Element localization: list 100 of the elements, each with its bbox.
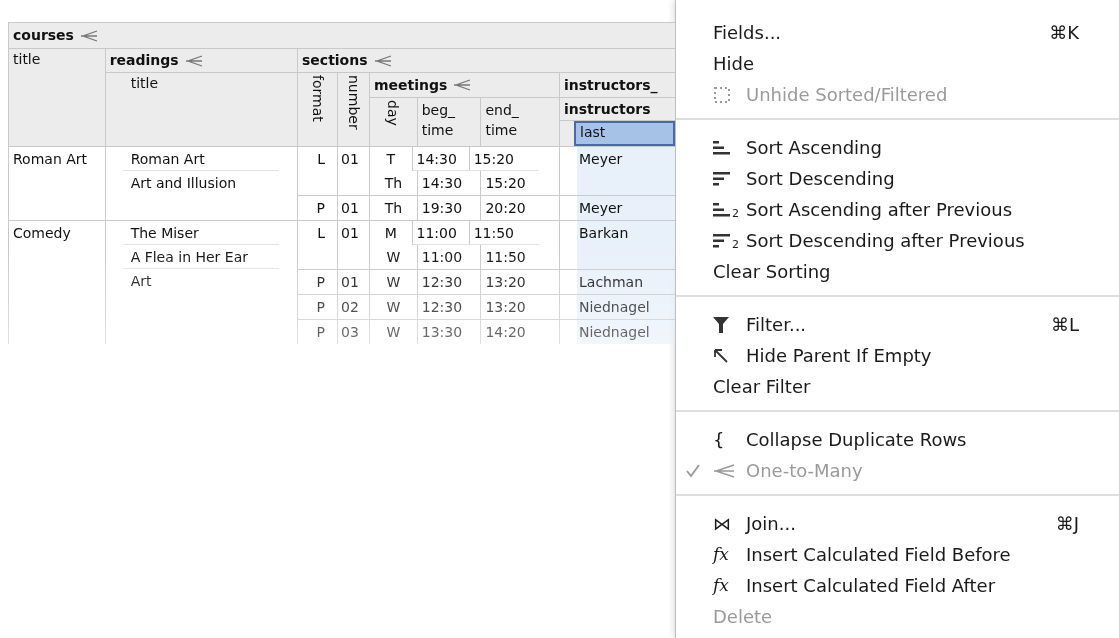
menu-item-label: Delete (713, 605, 773, 629)
table-cell: L (317, 225, 325, 241)
table-cell: L (317, 151, 325, 167)
menu-item[interactable]: Sort Descending (676, 163, 1119, 194)
group-header[interactable]: instructors (564, 98, 651, 120)
table-cell: 11:50 (473, 225, 514, 241)
menu-item[interactable]: Sort Ascending (676, 132, 1119, 163)
menu-item-label: Sort Descending after Previous (746, 229, 1025, 253)
table-cell: 13:30 (421, 324, 463, 340)
one-to-many-icon (79, 29, 98, 42)
menu-item[interactable]: Filter... ⌘L (676, 309, 1119, 340)
formula-icon: fx (713, 546, 729, 563)
group-header[interactable]: readings (109, 50, 179, 71)
table-cell: P (316, 324, 325, 340)
table-cell: Roman Art (130, 151, 205, 167)
table-cell: 03 (341, 324, 359, 340)
menu-item-label: Insert Calculated Field Before (746, 543, 1011, 567)
table-cell: W (386, 249, 401, 265)
table-cell: 01 (341, 151, 359, 167)
menu-item[interactable]: ⋈ Join... ⌘J (676, 508, 1119, 539)
dashed-square-icon (713, 85, 731, 104)
column-header[interactable]: number (346, 75, 361, 146)
shortcut-label: ⌘L (1050, 313, 1079, 337)
table-cell: Meyer (579, 151, 623, 167)
table-cell: Art (130, 273, 152, 289)
table-cell: Th (384, 200, 403, 216)
menu-item-label: Filter... (746, 313, 807, 337)
one-to-many-icon (713, 463, 735, 478)
menu-item[interactable]: fx Insert Calculated Field Before (676, 539, 1119, 570)
menu-item-label: Hide (713, 52, 755, 76)
glyph-icon: { (713, 430, 725, 449)
table-cell: 11:00 (416, 225, 457, 241)
table-cell: 12:30 (421, 299, 463, 315)
table-cell: P (316, 299, 325, 315)
one-to-many-icon (373, 54, 392, 67)
menu-item-label: Sort Descending (746, 167, 895, 191)
table-cell: The Miser (130, 225, 199, 241)
group-header[interactable]: sections (302, 50, 368, 71)
table-cell: T (386, 151, 396, 167)
formula-icon: fx (713, 577, 729, 594)
column-header[interactable]: end_ time (485, 100, 526, 140)
check-icon (686, 463, 700, 478)
menu-item[interactable]: 2 Sort Descending after Previous (676, 225, 1119, 256)
group-header[interactable]: instructors_ (564, 74, 658, 96)
table-cell: 01 (341, 225, 359, 241)
column-header[interactable]: format (310, 75, 325, 146)
table-cell: 11:50 (485, 249, 526, 265)
glyph-icon: ⋈ (713, 514, 731, 533)
sort-descending-icon (713, 232, 731, 249)
one-to-many-icon (453, 79, 472, 91)
table-cell: P (316, 274, 325, 290)
column-header[interactable]: title (130, 75, 159, 91)
menu-item[interactable]: fx Insert Calculated Field After (676, 570, 1119, 601)
column-header[interactable]: day (386, 100, 401, 146)
arrow-up-left-icon (713, 347, 729, 364)
menu-item-label: One-to-Many (746, 459, 863, 483)
filter-icon (713, 315, 729, 334)
column-header[interactable]: last (574, 121, 675, 146)
menu-item[interactable]: Fields... ⌘K (676, 17, 1119, 48)
table-cell: 14:30 (421, 175, 463, 191)
subscript-label: 2 (732, 206, 739, 223)
menu-item[interactable]: { Collapse Duplicate Rows (676, 424, 1119, 455)
menu-item-label: Fields... (713, 21, 782, 45)
table-cell: 15:20 (473, 151, 514, 167)
menu-item-label: Clear Filter (713, 375, 811, 399)
table-cell: 19:30 (421, 200, 463, 216)
menu-item-label: Insert Calculated Field After (746, 574, 996, 598)
column-header[interactable]: beg_ time (421, 100, 462, 140)
menu-item-label: Join... (746, 512, 796, 536)
table-cell: W (386, 299, 401, 315)
table-cell: 13:20 (485, 274, 526, 290)
menu-item[interactable]: 2 Sort Ascending after Previous (676, 194, 1119, 225)
sort-descending-icon (713, 170, 731, 187)
menu-item[interactable]: Hide (676, 48, 1119, 79)
table-cell: Niednagel (579, 299, 650, 315)
menu-item[interactable]: Clear Sorting (676, 256, 1119, 287)
table-cell: Niednagel (579, 324, 650, 340)
table-cell: Barkan (579, 225, 629, 241)
table-cell: 12:30 (421, 274, 463, 290)
menu-item-label: Hide Parent If Empty (746, 344, 932, 368)
column-header[interactable]: title (13, 51, 41, 67)
one-to-many-icon (184, 54, 203, 67)
table-cell: 01 (341, 200, 359, 216)
shortcut-label: ⌘J (1055, 512, 1079, 536)
table-cell: 14:30 (416, 151, 457, 167)
table-cell: Comedy (13, 225, 71, 241)
table-cell: Art and Illusion (130, 175, 237, 191)
table-cell: 11:00 (421, 249, 463, 265)
table-cell: 02 (341, 299, 359, 315)
menu-item[interactable]: Hide Parent If Empty (676, 340, 1119, 371)
sort-ascending-icon (713, 201, 731, 218)
table-cell: M (384, 225, 397, 241)
shortcut-label: ⌘K (1049, 21, 1079, 45)
menu-item-label: Sort Ascending (746, 136, 882, 160)
table-cell: P (316, 200, 325, 216)
table-cell: Lachman (579, 274, 644, 290)
group-header[interactable]: meetings (374, 74, 448, 96)
table-cell: Th (384, 175, 403, 191)
menu-item-label: Collapse Duplicate Rows (746, 428, 967, 452)
menu-item[interactable]: Clear Filter (676, 371, 1119, 402)
